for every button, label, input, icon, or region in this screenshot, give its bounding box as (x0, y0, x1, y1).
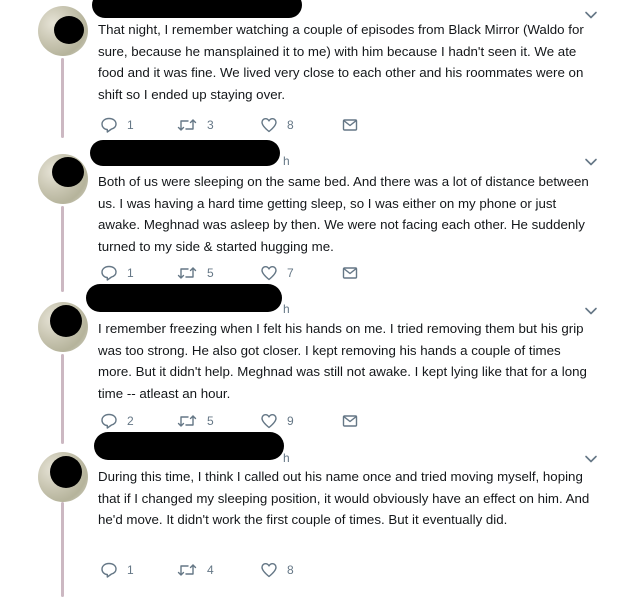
avatar[interactable] (38, 6, 88, 56)
like-count: 7 (287, 266, 294, 280)
retweet-icon (177, 119, 197, 131)
heart-icon (261, 118, 277, 133)
retweet-count: 4 (207, 563, 214, 577)
heart-icon (261, 563, 277, 578)
reply-icon (101, 117, 117, 133)
heart-icon (261, 266, 277, 281)
reply-button[interactable]: 1 (100, 561, 134, 579)
retweet-icon (177, 564, 197, 576)
tweet-text: I remember freezing when I felt his hand… (98, 321, 587, 401)
heart-icon (261, 414, 277, 429)
timestamp-fragment: h (283, 154, 290, 168)
reply-count: 1 (127, 266, 134, 280)
username-redaction (94, 432, 284, 460)
reply-button[interactable]: 1 (100, 264, 134, 282)
retweet-icon (177, 267, 197, 279)
like-button[interactable]: 9 (260, 412, 294, 430)
chevron-down-icon[interactable] (584, 155, 598, 169)
retweet-icon (177, 415, 197, 427)
envelope-icon (342, 415, 358, 427)
reply-button[interactable]: 2 (100, 412, 134, 430)
avatar-redaction (50, 456, 82, 488)
tweet[interactable]: h During this time, I think I called out… (0, 432, 638, 597)
tweet-text: During this time, I think I called out h… (98, 469, 590, 527)
retweet-count: 5 (207, 266, 214, 280)
timestamp-fragment: h (283, 302, 290, 316)
username-redaction (90, 140, 280, 166)
tweet[interactable]: That night, I remember watching a couple… (0, 0, 638, 150)
direct-message-button[interactable] (342, 116, 358, 134)
like-button[interactable]: 8 (260, 116, 294, 134)
reply-button[interactable]: 1 (100, 116, 134, 134)
avatar-redaction (54, 16, 84, 44)
retweet-count: 5 (207, 414, 214, 428)
like-count: 8 (287, 118, 294, 132)
avatar[interactable] (38, 452, 88, 502)
like-button[interactable]: 8 (260, 561, 294, 579)
timestamp-fragment: h (283, 451, 290, 465)
direct-message-button[interactable] (342, 412, 358, 430)
reply-count: 2 (127, 414, 134, 428)
avatar[interactable] (38, 302, 88, 352)
retweet-button[interactable]: 4 (176, 561, 214, 579)
envelope-icon (342, 267, 358, 279)
avatar-redaction (50, 305, 82, 337)
retweet-count: 3 (207, 118, 214, 132)
retweet-button[interactable]: 3 (176, 116, 214, 134)
reply-icon (101, 562, 117, 578)
direct-message-button[interactable] (342, 264, 358, 282)
tweet[interactable]: h Both of us were sleeping on the same b… (0, 138, 638, 288)
reply-icon (101, 413, 117, 429)
username-redaction (92, 0, 302, 18)
like-count: 8 (287, 563, 294, 577)
avatar-redaction (52, 157, 84, 187)
reply-count: 1 (127, 563, 134, 577)
chevron-down-icon[interactable] (584, 304, 598, 318)
tweet-text: That night, I remember watching a couple… (98, 22, 584, 102)
reply-icon (101, 265, 117, 281)
like-count: 9 (287, 414, 294, 428)
chevron-down-icon[interactable] (584, 452, 598, 466)
tweet[interactable]: h I remember freezing when I felt his ha… (0, 284, 638, 436)
username-redaction (86, 284, 282, 312)
retweet-button[interactable]: 5 (176, 412, 214, 430)
envelope-icon (342, 119, 358, 131)
retweet-button[interactable]: 5 (176, 264, 214, 282)
reply-count: 1 (127, 118, 134, 132)
tweet-text: Both of us were sleeping on the same bed… (98, 174, 589, 254)
avatar[interactable] (38, 154, 88, 204)
like-button[interactable]: 7 (260, 264, 294, 282)
